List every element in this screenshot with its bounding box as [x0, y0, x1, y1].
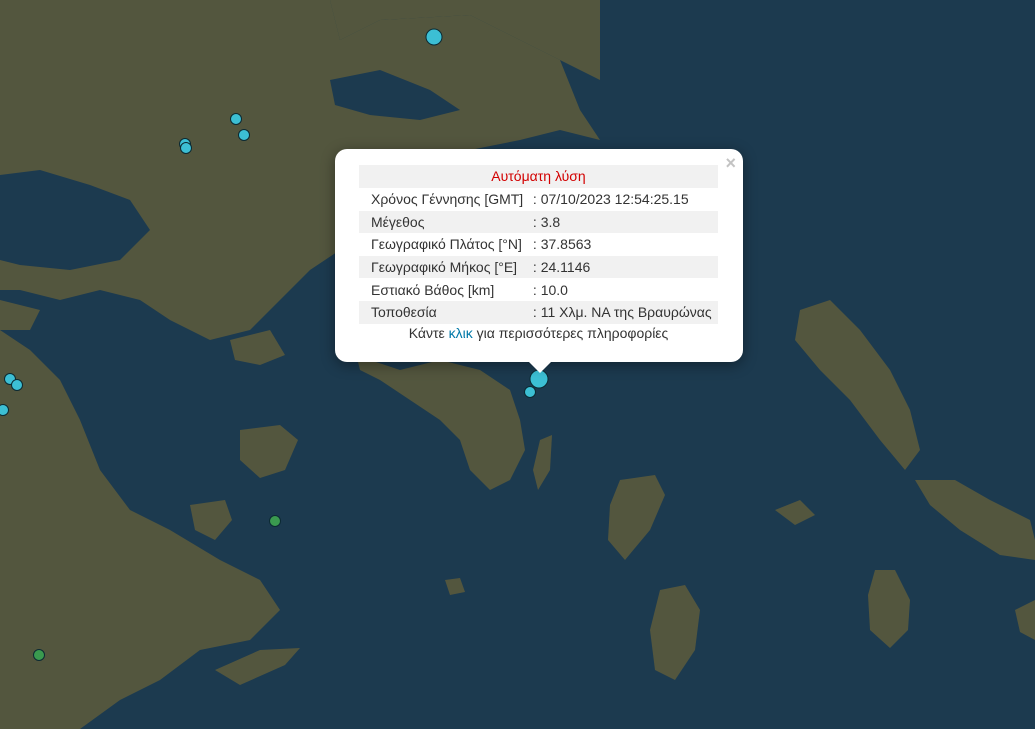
earthquake-marker[interactable]: [425, 28, 443, 46]
earthquake-marker[interactable]: [269, 515, 281, 527]
table-row: Μέγεθος: 3.8: [359, 210, 718, 234]
earthquake-marker[interactable]: [230, 113, 242, 125]
more-info-prefix: Κάντε: [408, 325, 449, 341]
row-value: : 37.8563: [532, 236, 592, 253]
earthquake-marker[interactable]: [0, 404, 9, 416]
popup-tip: [528, 361, 552, 373]
earthquake-details-table: Χρόνος Γέννησης [GMT] : 07/10/2023 12:54:…: [359, 188, 718, 324]
earthquake-popup: × Αυτόματη λύση Χρόνος Γέννησης [GMT] : 0…: [335, 149, 743, 373]
row-label: Τοποθεσία: [359, 300, 529, 324]
table-row: Γεωγραφικό Πλάτος [°N] : 37.8563: [359, 233, 718, 256]
row-label: Εστιακό Βάθος [km]: [371, 281, 495, 298]
earthquake-marker[interactable]: [11, 379, 23, 391]
more-info-suffix: για περισσότερες πληροφορίες: [472, 325, 669, 341]
table-row: Τοποθεσία: 11 Χλμ. ΝΑ της Βραυρώνας: [359, 300, 718, 324]
earthquake-marker[interactable]: [238, 129, 250, 141]
earthquake-marker[interactable]: [524, 386, 536, 398]
row-label: Γεωγραφικό Μήκος [°E]: [359, 255, 529, 279]
row-label: Μέγεθος: [359, 210, 529, 234]
row-label: Γεωγραφικό Πλάτος [°N]: [371, 236, 522, 253]
row-value: : 24.1146: [528, 255, 718, 279]
row-label: Χρόνος Γέννησης [GMT]: [371, 191, 524, 208]
earthquake-marker[interactable]: [33, 649, 45, 661]
row-value: : 07/10/2023 12:54:25.15: [532, 191, 689, 208]
earthquake-marker[interactable]: [180, 142, 192, 154]
table-row: Γεωγραφικό Μήκος [°E]: 24.1146: [359, 255, 718, 279]
row-value: : 3.8: [528, 210, 718, 234]
table-row: Εστιακό Βάθος [km] : 10.0: [359, 278, 718, 301]
row-value: : 11 Χλμ. ΝΑ της Βραυρώνας: [528, 300, 718, 324]
popup-title: Αυτόματη λύση: [359, 165, 718, 188]
more-info-text: Κάντε κλικ για περισσότερες πληροφορίες: [359, 325, 718, 341]
more-info-link[interactable]: κλικ: [449, 325, 473, 341]
table-row: Χρόνος Γέννησης [GMT] : 07/10/2023 12:54:…: [359, 188, 718, 211]
map-canvas[interactable]: [0, 0, 1035, 729]
close-icon[interactable]: ×: [725, 153, 736, 173]
row-value: : 10.0: [532, 281, 568, 298]
